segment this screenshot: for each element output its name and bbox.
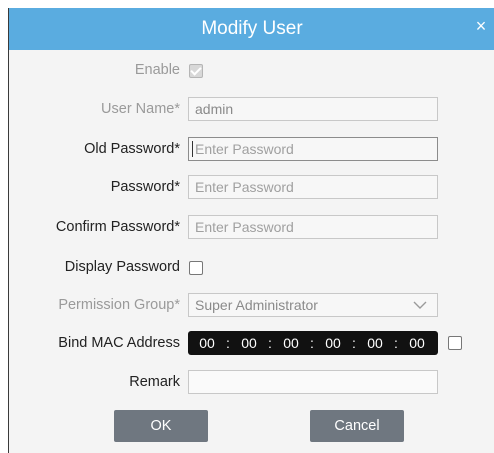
dialog-title: Modify User [201, 18, 303, 39]
enable-label: Enable [134, 62, 180, 78]
mac-separator: : [352, 335, 356, 351]
old-password-field[interactable]: Enter Password [188, 137, 438, 161]
mac-separator: : [268, 335, 272, 351]
mac-octet[interactable]: 00 [234, 335, 264, 351]
mac-separator: : [394, 335, 398, 351]
bind-mac-label: Bind MAC Address [58, 335, 180, 351]
mac-octet[interactable]: 00 [402, 335, 432, 351]
permission-group-value: Super Administrator [195, 297, 318, 313]
cancel-button[interactable]: Cancel [310, 410, 404, 442]
confirm-password-label: Confirm Password* [55, 219, 180, 235]
old-password-label: Old Password* [84, 141, 180, 157]
modify-user-dialog: Modify User × Enable User Name* admin Ol… [8, 8, 494, 453]
mac-address-input[interactable]: 00 : 00 : 00 : 00 : 00 : 00 [188, 331, 438, 355]
display-password-checkbox[interactable] [189, 261, 203, 275]
permission-group-select: Super Administrator [188, 293, 438, 317]
username-field: admin [188, 97, 438, 121]
display-password-label: Display Password [64, 259, 180, 275]
mac-separator: : [226, 335, 230, 351]
password-label: Password* [110, 179, 180, 195]
dialog-titlebar: Modify User × [9, 8, 494, 50]
close-icon[interactable]: × [471, 16, 491, 36]
username-label: User Name* [101, 101, 180, 117]
permission-group-label: Permission Group* [58, 297, 180, 313]
password-field[interactable]: Enter Password [188, 175, 438, 199]
mac-octet[interactable]: 00 [360, 335, 390, 351]
mac-octet[interactable]: 00 [192, 335, 222, 351]
remark-field[interactable] [188, 370, 438, 394]
mac-octet[interactable]: 00 [276, 335, 306, 351]
mac-octet[interactable]: 00 [318, 335, 348, 351]
remark-label: Remark [129, 374, 180, 390]
mac-separator: : [310, 335, 314, 351]
confirm-password-field[interactable]: Enter Password [188, 215, 438, 239]
text-caret [192, 141, 193, 157]
ok-button[interactable]: OK [114, 410, 208, 442]
chevron-down-icon [413, 301, 427, 309]
enable-checkbox[interactable] [189, 64, 203, 78]
bind-mac-checkbox[interactable] [448, 336, 462, 350]
